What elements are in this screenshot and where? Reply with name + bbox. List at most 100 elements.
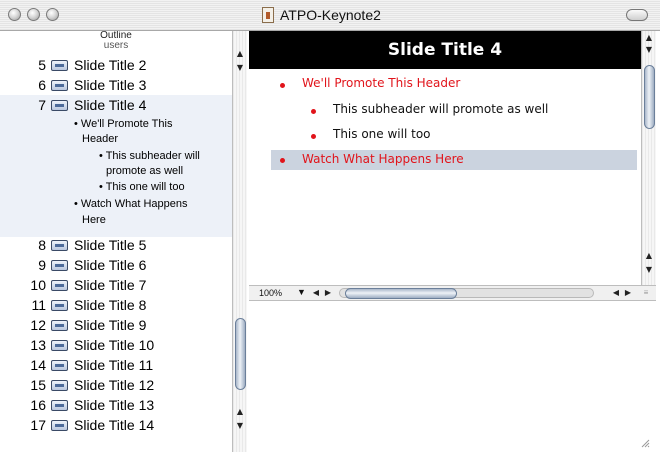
- slide-number: 16: [30, 397, 46, 413]
- slide-sub-bullet[interactable]: This one will too: [333, 127, 431, 141]
- slide-title-label: Slide Title 13: [74, 397, 155, 413]
- scroll-up-arrow-icon[interactable]: ▲: [644, 33, 654, 43]
- scroll-down-arrow-icon[interactable]: ▼: [644, 265, 654, 275]
- outline-row-slide-5[interactable]: 5 Slide Title 2: [0, 55, 232, 75]
- slide-number: 7: [38, 97, 46, 113]
- outline-row-slide-15[interactable]: 15 Slide Title 12: [0, 375, 232, 395]
- slide-title-label: Slide Title 14: [74, 417, 155, 433]
- zoom-dropdown-icon[interactable]: ▼: [297, 287, 306, 297]
- zoom-window-button[interactable]: [46, 8, 59, 21]
- slide-number: 5: [38, 57, 46, 73]
- outline-row-slide-14[interactable]: 14 Slide Title 11: [0, 355, 232, 375]
- slide-icon: [51, 100, 68, 111]
- outline-row-slide-9[interactable]: 9 Slide Title 6: [0, 255, 232, 275]
- scroll-down-arrow-icon[interactable]: ▼: [644, 45, 654, 55]
- slide-title[interactable]: Slide Title 4: [249, 31, 641, 69]
- window-title: ATPO-Keynote2: [280, 7, 381, 23]
- slide-icon: [51, 320, 68, 331]
- scroll-up-arrow-icon[interactable]: ▲: [235, 407, 245, 417]
- scroll-up-arrow-icon[interactable]: ▲: [644, 251, 654, 261]
- slide-number: 8: [38, 237, 46, 253]
- outline-row-slide-16[interactable]: 16 Slide Title 13: [0, 395, 232, 415]
- outline-subitem[interactable]: • We'll Promote This: [74, 118, 172, 130]
- slide-number: 13: [30, 337, 46, 353]
- outline-row-slide-10[interactable]: 10 Slide Title 7: [0, 275, 232, 295]
- minimize-window-button[interactable]: [27, 8, 40, 21]
- slide-title-label: Slide Title 3: [74, 77, 147, 93]
- slide-icon: [51, 360, 68, 371]
- slide-title-label: Slide Title 2: [74, 57, 147, 73]
- outline-subitem[interactable]: • Watch What Happens: [74, 198, 188, 210]
- outline-subitem[interactable]: • This one will too: [99, 181, 185, 193]
- slide-scrollbar[interactable]: ▲ ▼ ▲ ▼: [641, 31, 656, 285]
- slide-icon: [51, 80, 68, 91]
- slide-title-label: Slide Title 5: [74, 237, 147, 253]
- slide-body[interactable]: We'll Promote This Header This subheader…: [249, 69, 641, 285]
- slide-number: 15: [30, 377, 46, 393]
- document-icon: [262, 7, 274, 23]
- slide-number: 10: [30, 277, 46, 293]
- slide-icon: [51, 420, 68, 431]
- scroll-down-arrow-icon[interactable]: ▼: [235, 63, 245, 73]
- outline-scrollbar[interactable]: ▲ ▼ ▲ ▼: [232, 31, 247, 452]
- slide-scroll-thumb[interactable]: [644, 65, 655, 129]
- slide-sub-bullet[interactable]: This subheader will promote as well: [333, 102, 548, 116]
- resize-grip-icon[interactable]: [640, 438, 650, 448]
- outline-row-slide-8[interactable]: 8 Slide Title 5: [0, 235, 232, 255]
- slide-number: 14: [30, 357, 46, 373]
- bullet-dot-icon: [280, 158, 285, 163]
- slide-icon: [51, 240, 68, 251]
- keynote-window: ATPO-Keynote2 Outline users 5 Slide Titl…: [0, 0, 660, 452]
- slide-icon: [51, 400, 68, 411]
- outline-pane: Outline users 5 Slide Title 2 6 Slide Ti…: [0, 31, 232, 452]
- scroll-right-arrow-icon[interactable]: ▶: [323, 287, 333, 299]
- outline-header-subtitle: users: [103, 40, 129, 51]
- outline-row-slide-7[interactable]: 7 Slide Title 4: [0, 95, 232, 115]
- slide-icon: [51, 260, 68, 271]
- horizontal-scroll-thumb[interactable]: [345, 288, 457, 299]
- slide-number: 6: [38, 77, 46, 93]
- scroll-right-arrow-icon[interactable]: ▶: [623, 287, 633, 299]
- bullet-dot-icon: [311, 109, 316, 114]
- slide-title-label: Slide Title 10: [74, 337, 155, 353]
- scroll-down-arrow-icon[interactable]: ▼: [235, 421, 245, 431]
- slide-bullet[interactable]: We'll Promote This Header: [302, 76, 460, 90]
- slide-number: 11: [31, 297, 46, 313]
- outline-row-slide-13[interactable]: 13 Slide Title 10: [0, 335, 232, 355]
- outline-row-slide-6[interactable]: 6 Slide Title 3: [0, 75, 232, 95]
- scroll-left-arrow-icon[interactable]: ◀: [311, 287, 321, 299]
- slide-icon: [51, 280, 68, 291]
- slide-title-label: Slide Title 9: [74, 317, 147, 333]
- slide-pane: Slide Title 4 We'll Promote This Header …: [249, 31, 660, 452]
- zoom-level[interactable]: 100%: [259, 288, 282, 298]
- outline-row-slide-17[interactable]: 17 Slide Title 14: [0, 415, 232, 435]
- outline-row-slide-12[interactable]: 12 Slide Title 9: [0, 315, 232, 335]
- slide-number: 12: [30, 317, 46, 333]
- outline-subitem[interactable]: • This subheader will: [99, 150, 200, 162]
- bullet-dot-icon: [311, 134, 316, 139]
- slide-title-label: Slide Title 7: [74, 277, 147, 293]
- scroll-up-arrow-icon[interactable]: ▲: [235, 49, 245, 59]
- close-window-button[interactable]: [8, 8, 21, 21]
- slide-icon: [51, 60, 68, 71]
- slide-icon: [51, 300, 68, 311]
- outline-subitem-cont[interactable]: Header: [82, 133, 118, 145]
- bullet-dot-icon: [280, 83, 285, 88]
- outline-subitem-cont[interactable]: promote as well: [106, 165, 183, 177]
- outline-scroll-thumb[interactable]: [235, 318, 246, 390]
- slide-number: 17: [30, 417, 46, 433]
- zoom-and-scroll-bar: 100% ▼ ◀ ▶ ◀ ▶ ≡: [249, 285, 656, 301]
- slide-bullet[interactable]: Watch What Happens Here: [302, 152, 464, 166]
- outline-subitem-cont[interactable]: Here: [82, 214, 106, 226]
- slide-title-label: Slide Title 8: [74, 297, 147, 313]
- slide-title-label: Slide Title 11: [74, 357, 154, 373]
- slide-title-label: Slide Title 12: [74, 377, 155, 393]
- scroll-left-arrow-icon[interactable]: ◀: [611, 287, 621, 299]
- slide-title-label: Slide Title 4: [74, 97, 147, 113]
- slide-title-label: Slide Title 6: [74, 257, 147, 273]
- outline-header: Outline users: [0, 31, 232, 51]
- toolbar-toggle-button[interactable]: [626, 9, 648, 21]
- notes-pane[interactable]: [249, 301, 656, 452]
- split-handle-icon[interactable]: ≡: [641, 287, 651, 299]
- outline-row-slide-11[interactable]: 11 Slide Title 8: [0, 295, 232, 315]
